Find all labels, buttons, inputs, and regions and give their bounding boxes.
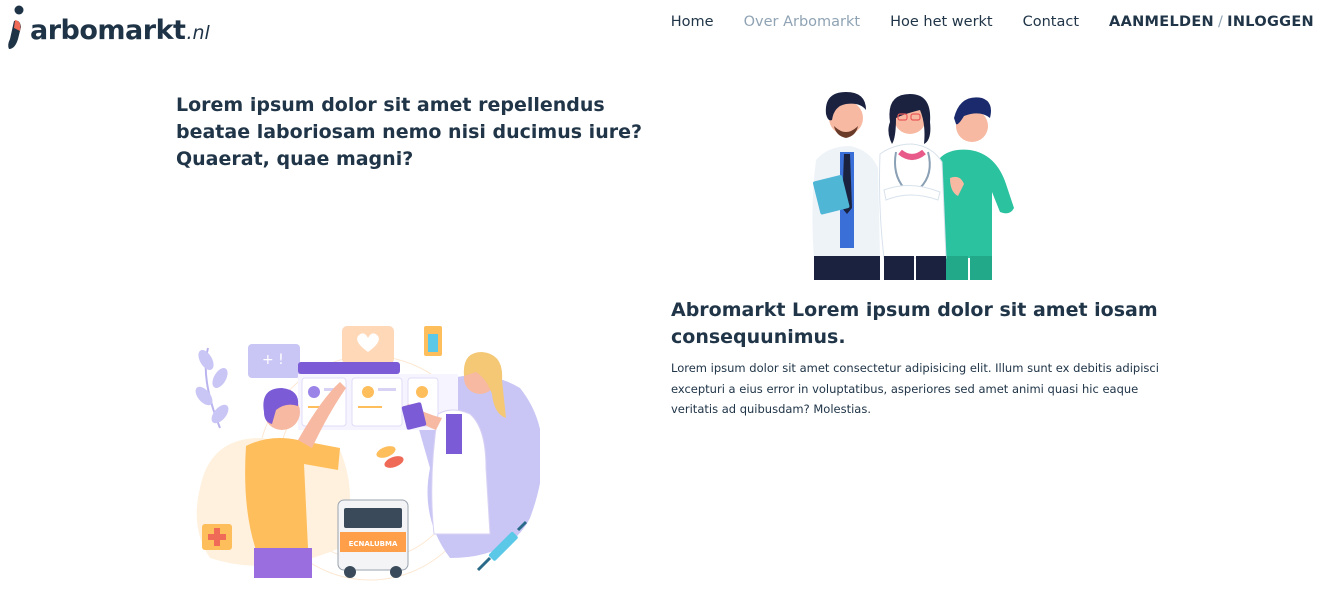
ambulance-label: ECNALUBMA bbox=[349, 540, 398, 548]
site-header: arbomarkt .nl Home Over Arbomarkt Hoe he… bbox=[0, 0, 1324, 56]
nav-home[interactable]: Home bbox=[671, 14, 714, 30]
medical-scene-illustration: + ! ECNALUBMA bbox=[190, 318, 543, 582]
hero-headline: Lorem ipsum dolor sit amet repellendus b… bbox=[176, 94, 643, 170]
login-link[interactable]: INLOGGEN bbox=[1227, 14, 1314, 30]
auth-separator: / bbox=[1217, 14, 1224, 30]
svg-text:+ !: + ! bbox=[262, 352, 284, 368]
auth-links: AANMELDEN / INLOGGEN bbox=[1109, 14, 1314, 30]
brand-logo[interactable]: arbomarkt .nl bbox=[6, 4, 210, 52]
doctors-illustration bbox=[800, 88, 1024, 282]
main-nav: Home Over Arbomarkt Hoe het werkt Contac… bbox=[641, 14, 1314, 30]
register-link[interactable]: AANMELDEN bbox=[1109, 14, 1214, 30]
nav-hoe-het-werkt[interactable]: Hoe het werkt bbox=[890, 14, 993, 30]
section-title: Abromarkt Lorem ipsum dolor sit amet ios… bbox=[671, 299, 1158, 348]
section-body: Lorem ipsum dolor sit amet consectetur a… bbox=[671, 361, 1159, 416]
logo-wordmark: arbomarkt bbox=[30, 14, 186, 46]
logo-mark-icon bbox=[6, 5, 28, 51]
nav-contact[interactable]: Contact bbox=[1023, 14, 1079, 30]
nav-over-arbomarkt[interactable]: Over Arbomarkt bbox=[744, 14, 861, 30]
logo-tld: .nl bbox=[186, 21, 210, 44]
